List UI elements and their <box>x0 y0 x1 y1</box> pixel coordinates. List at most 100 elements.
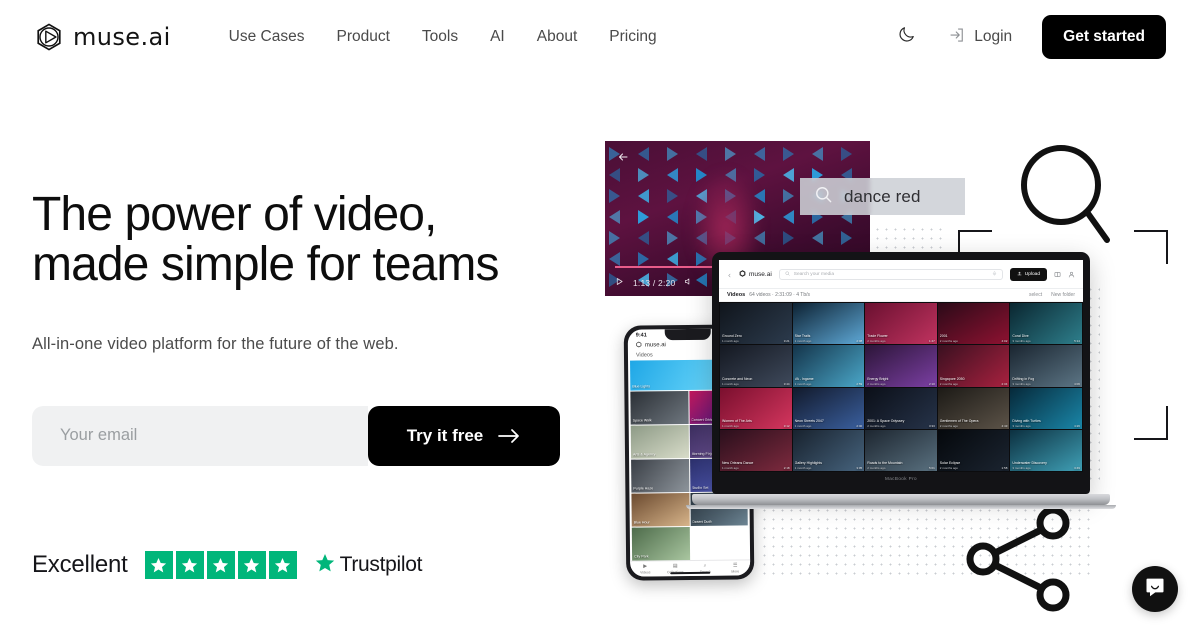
video-thumbnail[interactable]: Solar Eclipse 2 months ago 1:58 <box>937 429 1010 471</box>
phone-video-title: City Park <box>634 554 649 559</box>
moon-icon <box>897 25 916 49</box>
brand-logo-link[interactable]: muse.ai <box>34 22 171 52</box>
video-duration: 3:12 <box>783 423 790 428</box>
video-thumbnail[interactable]: Gallery Highlights 1 month ago 3:05 <box>792 429 865 471</box>
dark-mode-toggle[interactable] <box>888 19 924 55</box>
menu-icon: ☰ <box>732 562 738 569</box>
account-icon[interactable] <box>1068 265 1075 283</box>
phone-video-thumbnail[interactable]: Space Walk <box>630 391 689 425</box>
video-meta: 1 month ago <box>794 466 812 470</box>
video-thumbnail[interactable]: 2001 2 months ago 4:02 <box>937 303 1010 345</box>
nav-item-about[interactable]: About <box>521 20 594 54</box>
search-icon <box>814 185 833 209</box>
app-brand[interactable]: muse.ai <box>739 269 772 279</box>
video-title: Gallery Highlights <box>794 461 823 465</box>
video-thumbnail[interactable]: 2001: A Space Odyssey 2 months ago 3:33 <box>865 387 937 429</box>
video-duration: 5:14 <box>1074 339 1080 344</box>
phone-video-thumbnail[interactable]: Blue Hour <box>631 493 690 527</box>
app-section-meta: 64 videos · 2:31:09 · 4 Tb/s <box>749 292 811 298</box>
nav-item-ai[interactable]: AI <box>474 20 521 54</box>
login-button[interactable]: Login <box>934 18 1026 57</box>
page-title: The power of video, made simple for team… <box>32 188 500 292</box>
get-started-button[interactable]: Get started <box>1042 15 1166 59</box>
video-duration: 3:05 <box>856 466 863 470</box>
phone-bottom-nav: ▶Videos▤Collections⌕Search☰More <box>630 559 751 577</box>
video-duration: 2:34 <box>1001 381 1008 386</box>
video-duration: 2:18 <box>783 466 790 470</box>
chevron-left-icon[interactable] <box>727 265 732 283</box>
video-meta: 2 months ago <box>867 381 886 386</box>
play-icon[interactable] <box>615 277 624 288</box>
hero-illustration: 1:13 / 2:20 dance red 9:41 muse.ai Video… <box>600 130 1200 630</box>
book-icon[interactable] <box>1054 265 1061 283</box>
video-thumbnail[interactable]: Neon Streets 2047 1 month ago 2:40 <box>792 387 865 429</box>
video-thumbnail[interactable]: New Orleans Dance 1 month ago 2:18 <box>720 429 792 471</box>
video-meta: 1 month ago <box>722 381 739 386</box>
video-thumbnail[interactable]: Drifting in Fog 3 months ago 4:06 <box>1010 345 1082 387</box>
video-thumbnail[interactable]: VA - Ingame 1 month ago 2:59 <box>792 345 865 387</box>
nav-item-pricing[interactable]: Pricing <box>593 20 672 54</box>
video-controls: 1:13 / 2:20 <box>615 277 693 288</box>
app-section-tools: select New folder <box>1029 292 1075 298</box>
select-tool[interactable]: select <box>1029 292 1042 298</box>
video-title: New Orleans Dance <box>722 461 754 465</box>
phone-video-thumbnail[interactable]: Arts & Agency <box>630 425 689 459</box>
phone-nav-item-videos[interactable]: ▶ Videos <box>630 561 660 576</box>
video-title: Diving with Turtles <box>1012 418 1041 423</box>
video-thumbnail[interactable]: Ground Zero 1 month ago 3:21 <box>720 303 792 345</box>
nav-item-use-cases[interactable]: Use Cases <box>213 20 321 54</box>
video-thumbnail[interactable]: Concrete and Neon 1 month ago 3:44 <box>720 345 792 387</box>
phone-video-thumbnail[interactable]: Purple Haze <box>631 459 689 493</box>
video-meta: 2 months ago <box>867 423 886 428</box>
phone-video-title: Concert Gear <box>691 417 713 422</box>
video-title: Star Trails <box>794 334 811 339</box>
phone-video-thumbnail[interactable]: City Park <box>631 527 690 561</box>
login-arrow-icon <box>948 26 966 49</box>
new-folder-tool[interactable]: New folder <box>1051 292 1075 298</box>
trustpilot-star-box <box>237 551 266 579</box>
app-search-placeholder: Search your media <box>793 271 835 277</box>
phone-nav-item-more[interactable]: ☰ More <box>720 560 750 575</box>
video-thumbnail[interactable]: Energy Bright 2 months ago 2:10 <box>865 345 937 387</box>
video-title: VA - Ingame <box>794 376 814 381</box>
upload-button[interactable]: Upload <box>1009 267 1047 281</box>
video-meta: 1 month ago <box>722 423 739 428</box>
video-title: Energy Bright <box>867 376 889 381</box>
video-thumbnail[interactable]: Coral Dive 3 months ago 5:14 <box>1010 303 1082 345</box>
video-meta: 3 months ago <box>1012 381 1031 386</box>
video-meta: 2 months ago <box>867 339 886 344</box>
search-icon <box>785 270 790 278</box>
video-thumbnail[interactable]: Gentlemen of The Opera 2 months ago 4:43 <box>937 387 1010 429</box>
nav-item-product[interactable]: Product <box>320 20 405 54</box>
email-field[interactable] <box>32 405 368 466</box>
video-search-pill[interactable]: dance red <box>800 178 965 215</box>
video-title: Women of The Arts <box>722 418 752 423</box>
back-arrow-icon[interactable] <box>617 150 629 168</box>
video-thumbnail[interactable]: Roads to the Mountain 2 months ago 5:01 <box>865 429 937 471</box>
video-thumbnail[interactable]: Diving with Turtles 3 months ago 4:26 <box>1010 387 1082 429</box>
phone-nav-label: More <box>731 569 740 574</box>
video-thumbnail[interactable]: Women of The Arts 1 month ago 3:12 <box>720 387 792 429</box>
video-title: Gentlemen of The Opera <box>939 418 979 423</box>
laptop-mockup: muse.ai Search your media Upload Videos … <box>686 252 1116 509</box>
try-it-free-button[interactable]: Try it free <box>368 405 560 466</box>
video-duration: 5:01 <box>928 466 935 470</box>
trustpilot-star-box <box>268 551 297 579</box>
hexagon-play-logo-icon <box>739 269 746 279</box>
search-query-text: dance red <box>844 186 921 206</box>
nav-item-tools[interactable]: Tools <box>406 20 474 54</box>
video-thumbnail[interactable]: Underwater Discovery 3 months ago 3:49 <box>1010 429 1082 471</box>
chat-widget-button[interactable] <box>1132 566 1178 612</box>
video-thumbnail[interactable]: Singapore 2050 2 months ago 2:34 <box>937 345 1010 387</box>
video-thumbnail[interactable]: Star Trails 1 month ago 2:08 <box>792 303 865 345</box>
phone-video-title: Purple Haze <box>633 486 654 491</box>
microphone-icon[interactable] <box>992 270 997 278</box>
trustpilot-rating[interactable]: Excellent Trustpilot <box>32 551 422 579</box>
login-label: Login <box>974 28 1013 45</box>
video-thumbnail[interactable]: Trade Flower 2 months ago 1:47 <box>865 303 937 345</box>
app-search-input[interactable]: Search your media <box>778 268 1003 280</box>
volume-icon[interactable] <box>684 277 693 288</box>
video-duration: 4:43 <box>1001 423 1008 428</box>
video-meta: 2 months ago <box>939 381 958 386</box>
play-icon: ▶ <box>643 563 648 570</box>
